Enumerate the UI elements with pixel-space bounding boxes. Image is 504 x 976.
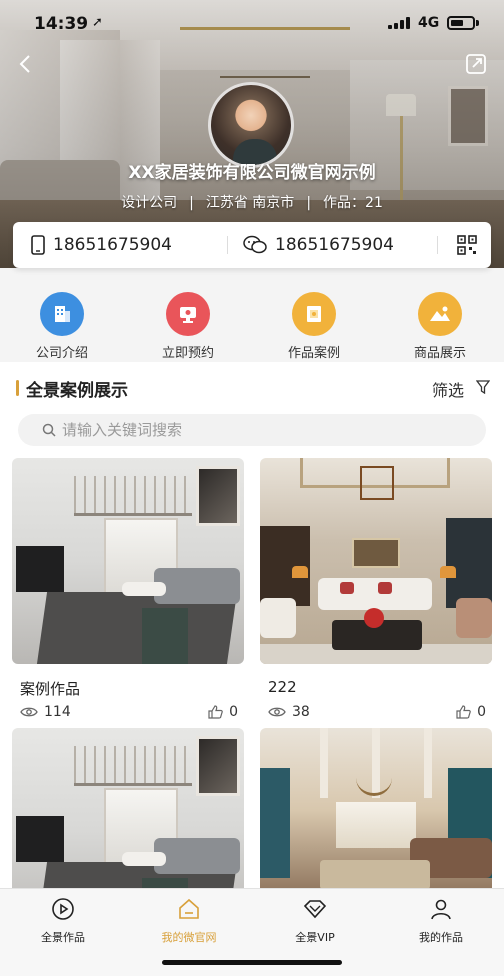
filter-button[interactable]: 筛选 bbox=[432, 377, 464, 401]
wechat-contact[interactable]: 18651675904 bbox=[243, 222, 394, 268]
menu-label: 立即预约 bbox=[161, 346, 214, 361]
menu-portfolio[interactable]: 作品案例 bbox=[264, 292, 364, 361]
home-icon bbox=[179, 898, 199, 919]
filter-icon[interactable] bbox=[476, 380, 490, 394]
menu-label: 公司介绍 bbox=[35, 346, 88, 361]
views-value: 114 bbox=[44, 704, 71, 720]
case-card[interactable] bbox=[260, 728, 492, 888]
back-button[interactable] bbox=[12, 50, 40, 78]
meta-separator: | bbox=[189, 195, 194, 211]
battery-tip bbox=[476, 20, 479, 26]
chevron-left-icon bbox=[19, 55, 30, 73]
likes-count[interactable]: 0 bbox=[208, 704, 238, 720]
case-title: 案例作品 bbox=[20, 680, 81, 698]
room-illustration bbox=[260, 728, 492, 888]
contact-divider bbox=[437, 236, 438, 254]
room-illustration bbox=[260, 458, 492, 664]
status-bar: 14:39 ➚ 4G bbox=[0, 10, 504, 38]
case-thumbnail[interactable] bbox=[260, 458, 492, 664]
tab-my-works[interactable]: 我的作品 bbox=[378, 897, 504, 945]
qr-code-icon[interactable] bbox=[457, 235, 477, 255]
tab-label: 我的微官网 bbox=[161, 931, 217, 944]
location-arrow-icon: ➚ bbox=[92, 15, 103, 30]
case-thumbnail[interactable] bbox=[12, 728, 244, 888]
thumbs-up-icon bbox=[208, 705, 223, 719]
case-card[interactable] bbox=[12, 728, 244, 888]
case-stats: 114 0 bbox=[12, 704, 244, 724]
menu-company-intro[interactable]: 公司介绍 bbox=[12, 292, 112, 361]
phone-icon bbox=[31, 235, 45, 255]
company-name: XX家居装饰有限公司微官网示例 bbox=[128, 163, 376, 183]
wechat-number: 18651675904 bbox=[275, 235, 394, 255]
menu-book-now[interactable]: 立即预约 bbox=[138, 292, 238, 361]
thumbs-up-icon bbox=[456, 705, 471, 719]
network-label: 4G bbox=[418, 15, 440, 31]
case-card[interactable]: 案例作品 114 0 bbox=[12, 458, 244, 724]
search-icon bbox=[42, 423, 56, 437]
phone-contact[interactable]: 18651675904 bbox=[31, 222, 172, 268]
phone-number: 18651675904 bbox=[53, 235, 172, 255]
company-works-count: 作品：21 bbox=[323, 195, 383, 211]
tab-label: 我的作品 bbox=[419, 931, 463, 944]
tab-label: 全景作品 bbox=[41, 931, 85, 944]
search-input[interactable] bbox=[62, 421, 462, 439]
play-circle-icon bbox=[52, 898, 74, 920]
section-header: 全景案例展示 筛选 bbox=[0, 362, 504, 414]
contact-divider bbox=[227, 236, 228, 254]
likes-value: 0 bbox=[477, 704, 486, 720]
case-card[interactable]: 222 38 0 bbox=[260, 458, 492, 724]
menu-label: 商品展示 bbox=[413, 346, 466, 361]
company-meta: 设计公司 | 江苏省 南京市 | 作品：21 bbox=[0, 192, 504, 212]
tab-my-microsite[interactable]: 我的微官网 bbox=[126, 897, 252, 945]
views-value: 38 bbox=[292, 704, 310, 720]
case-thumbnail[interactable] bbox=[260, 728, 492, 888]
landscape-icon bbox=[418, 292, 462, 336]
quick-menu: 公司介绍 立即预约 作品案例 商品展示 bbox=[0, 280, 504, 361]
case-title: 222 bbox=[268, 678, 297, 696]
building-icon bbox=[40, 292, 84, 336]
home-indicator bbox=[162, 960, 342, 965]
likes-count[interactable]: 0 bbox=[456, 704, 486, 720]
person-icon bbox=[431, 899, 451, 920]
signal-icon bbox=[388, 17, 412, 29]
views-count: 38 bbox=[268, 704, 310, 720]
tab-label: 全景VIP bbox=[295, 931, 335, 944]
case-stats: 38 0 bbox=[260, 704, 492, 724]
meta-separator: | bbox=[306, 195, 312, 211]
tab-panorama-works[interactable]: 全景作品 bbox=[0, 897, 126, 945]
share-button[interactable] bbox=[464, 52, 488, 76]
battery-icon bbox=[447, 16, 475, 30]
search-bar[interactable] bbox=[18, 414, 486, 446]
case-grid: 案例作品 114 0 222 38 0 bbox=[0, 450, 504, 888]
picture-frame-icon bbox=[292, 292, 336, 336]
share-icon bbox=[466, 54, 486, 74]
search-area bbox=[0, 410, 504, 454]
eye-icon bbox=[20, 707, 38, 717]
company-type: 设计公司 bbox=[121, 195, 178, 211]
room-illustration bbox=[12, 728, 244, 888]
section-title: 全景案例展示 bbox=[26, 381, 128, 401]
menu-product-display[interactable]: 商品展示 bbox=[390, 292, 490, 361]
diamond-icon bbox=[303, 900, 327, 919]
eye-icon bbox=[268, 707, 286, 717]
company-region: 江苏省 南京市 bbox=[205, 195, 295, 211]
status-time: 14:39 bbox=[34, 14, 89, 34]
monitor-icon bbox=[166, 292, 210, 336]
menu-label: 作品案例 bbox=[287, 346, 340, 361]
views-count: 114 bbox=[20, 704, 71, 720]
section-accent-bar bbox=[16, 380, 19, 396]
tab-panorama-vip[interactable]: 全景VIP bbox=[252, 897, 378, 945]
contact-card: 18651675904 18651675904 bbox=[13, 222, 491, 268]
case-thumbnail[interactable] bbox=[12, 458, 244, 664]
likes-value: 0 bbox=[229, 704, 238, 720]
room-illustration bbox=[12, 458, 244, 664]
wechat-icon bbox=[243, 235, 267, 254]
company-avatar[interactable] bbox=[208, 82, 294, 168]
